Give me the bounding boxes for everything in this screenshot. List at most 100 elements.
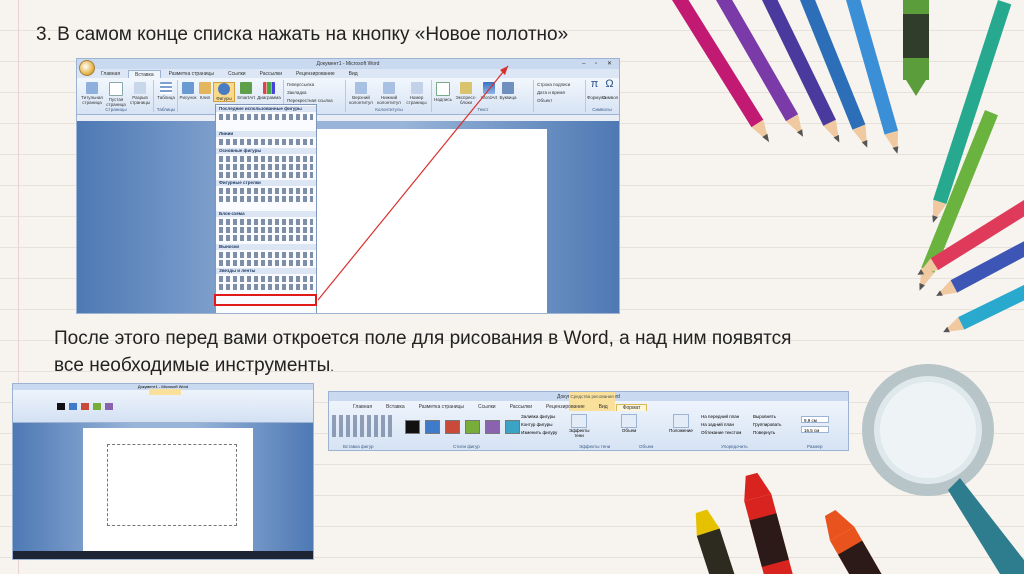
shape-row[interactable] xyxy=(219,156,313,162)
bookmark-button[interactable]: Закладка xyxy=(287,90,307,95)
style-swatch[interactable] xyxy=(405,420,420,434)
tab-view[interactable]: Вид xyxy=(593,404,614,411)
shape-fill-button[interactable]: Заливка фигуры xyxy=(521,414,555,419)
page-break-button[interactable]: Разрыв страницы xyxy=(128,82,152,105)
bring-front-button[interactable]: На передний план xyxy=(701,414,739,419)
new-canvas-highlight[interactable] xyxy=(214,294,317,306)
equation-button[interactable]: π Формула xyxy=(587,78,606,101)
document-page[interactable] xyxy=(293,129,547,313)
signature-line-button[interactable]: Строка подписи xyxy=(537,82,570,87)
omega-icon: Ω xyxy=(605,78,614,90)
quick-parts-icon xyxy=(460,82,472,94)
textbox-icon xyxy=(436,82,450,96)
swatch[interactable] xyxy=(57,403,65,410)
shape-row[interactable] xyxy=(219,284,313,290)
group-pages: Титульная страница Пустая страница Разры… xyxy=(79,80,154,112)
shape-row[interactable] xyxy=(219,260,313,266)
dropcap-button[interactable]: Буквица xyxy=(499,82,517,100)
shapes-icon xyxy=(218,83,230,95)
style-swatch[interactable] xyxy=(425,420,440,434)
chart-icon xyxy=(263,82,275,94)
position-icon[interactable] xyxy=(673,414,689,428)
blank-page-button[interactable]: Пустая страница xyxy=(105,82,127,107)
tab-insert[interactable]: Вставка xyxy=(128,70,161,78)
rotate-button[interactable]: Повернуть xyxy=(753,430,775,435)
style-swatch[interactable] xyxy=(445,420,460,434)
shapes-arrows-header: Фигурные стрелки xyxy=(216,180,316,186)
group-button[interactable]: Группировать xyxy=(753,422,781,427)
width-input[interactable]: 16,5 см xyxy=(801,426,829,433)
shape-row[interactable] xyxy=(219,164,313,170)
footer-button[interactable]: Нижний колонтитул xyxy=(375,82,403,105)
office-button-icon[interactable] xyxy=(79,60,95,76)
swatch[interactable] xyxy=(69,403,77,410)
swatch[interactable] xyxy=(105,403,113,410)
date-time-button[interactable]: Дата и время xyxy=(537,90,565,95)
style-swatch[interactable] xyxy=(505,420,520,434)
send-back-button[interactable]: На задний план xyxy=(701,422,734,427)
insert-shapes-gallery[interactable] xyxy=(332,415,392,437)
shape-outline-button[interactable]: Контур фигуры xyxy=(521,422,552,427)
group-headers: Верхний колонтитул Нижний колонтитул Ном… xyxy=(347,80,432,112)
tab-page-layout[interactable]: Разметка страницы xyxy=(163,70,220,78)
shape-row[interactable] xyxy=(219,219,313,225)
tab-home[interactable]: Главная xyxy=(347,404,378,411)
chart-button[interactable]: Диаграмма xyxy=(257,82,281,100)
shadow-effects-icon[interactable] xyxy=(571,414,587,428)
shapes-button[interactable]: Фигуры xyxy=(213,82,235,102)
word-screenshot-main: Документ1 - Microsoft Word – ▫ ✕ Главная… xyxy=(76,58,620,314)
style-swatch[interactable] xyxy=(465,420,480,434)
shape-row[interactable] xyxy=(219,139,313,145)
cross-ref-button[interactable]: Перекрестная ссылка xyxy=(287,98,333,103)
tab-review[interactable]: Рецензирование xyxy=(540,404,591,411)
swatch[interactable] xyxy=(93,403,101,410)
tab-view[interactable]: Вид xyxy=(343,70,364,78)
tab-mailings[interactable]: Рассылки xyxy=(254,70,288,78)
clip-button[interactable]: Клип xyxy=(197,82,213,100)
align-button[interactable]: Выровнять xyxy=(753,414,776,419)
shape-row[interactable] xyxy=(219,172,313,178)
tab-home[interactable]: Главная xyxy=(95,70,126,78)
table-button[interactable]: Таблица xyxy=(156,82,176,100)
hyperlink-button[interactable]: Гиперссылка xyxy=(287,82,314,87)
height-input[interactable]: 9,9 см xyxy=(801,416,829,423)
smartart-button[interactable]: SmartArt xyxy=(235,82,257,100)
tab-review[interactable]: Рецензирование xyxy=(290,70,341,78)
tab-references[interactable]: Ссылки xyxy=(222,70,252,78)
tab-insert[interactable]: Вставка xyxy=(380,404,411,411)
group-insert-text: Строка подписи Дата и время Объект xyxy=(535,80,586,112)
shape-row[interactable] xyxy=(219,114,313,120)
word-window-title: Документ1 - Microsoft Word xyxy=(316,61,380,67)
group-text: Надпись Экспресс-блоки WordArt Буквица Т… xyxy=(433,80,534,112)
quick-parts-button[interactable]: Экспресс-блоки xyxy=(453,82,479,105)
shapes-dropdown: Последние использованные фигуры Линии Ос… xyxy=(215,104,317,313)
textbox-button[interactable]: Надпись xyxy=(433,82,453,102)
swatch[interactable] xyxy=(81,403,89,410)
picture-button[interactable]: Рисунок xyxy=(179,82,197,100)
pi-icon: π xyxy=(590,78,599,90)
shape-row[interactable] xyxy=(219,188,313,194)
tab-format[interactable]: Формат xyxy=(615,404,648,411)
shape-row[interactable] xyxy=(219,196,313,202)
tab-mailings[interactable]: Рассылки xyxy=(504,404,538,411)
header-button[interactable]: Верхний колонтитул xyxy=(347,82,375,105)
shape-row[interactable] xyxy=(219,252,313,258)
object-button[interactable]: Объект xyxy=(537,98,552,103)
window-controls[interactable]: – ▫ ✕ xyxy=(582,60,616,67)
strip-tabs: Главная Вставка Разметка страницы Ссылки… xyxy=(347,404,648,411)
tab-references[interactable]: Ссылки xyxy=(472,404,502,411)
drawing-canvas[interactable] xyxy=(107,444,237,526)
shape-row[interactable] xyxy=(219,276,313,282)
title-page-button[interactable]: Титульная страница xyxy=(80,82,104,105)
style-swatch[interactable] xyxy=(485,420,500,434)
wordart-button[interactable]: WordArt xyxy=(479,82,499,100)
symbol-button[interactable]: Ω Символ xyxy=(602,78,618,101)
shape-row[interactable] xyxy=(219,227,313,233)
text-wrap-button[interactable]: Обтекание текстом xyxy=(701,430,741,435)
change-shape-button[interactable]: Изменить фигуру xyxy=(521,430,557,435)
shape-row[interactable] xyxy=(219,235,313,241)
volume-icon[interactable] xyxy=(621,414,637,428)
drawing-tools-ribbon: Документ1 - Microsoft Word Средства рисо… xyxy=(328,391,849,451)
tab-page-layout[interactable]: Разметка страницы xyxy=(413,404,470,411)
page-number-button[interactable]: Номер страницы xyxy=(403,82,430,105)
